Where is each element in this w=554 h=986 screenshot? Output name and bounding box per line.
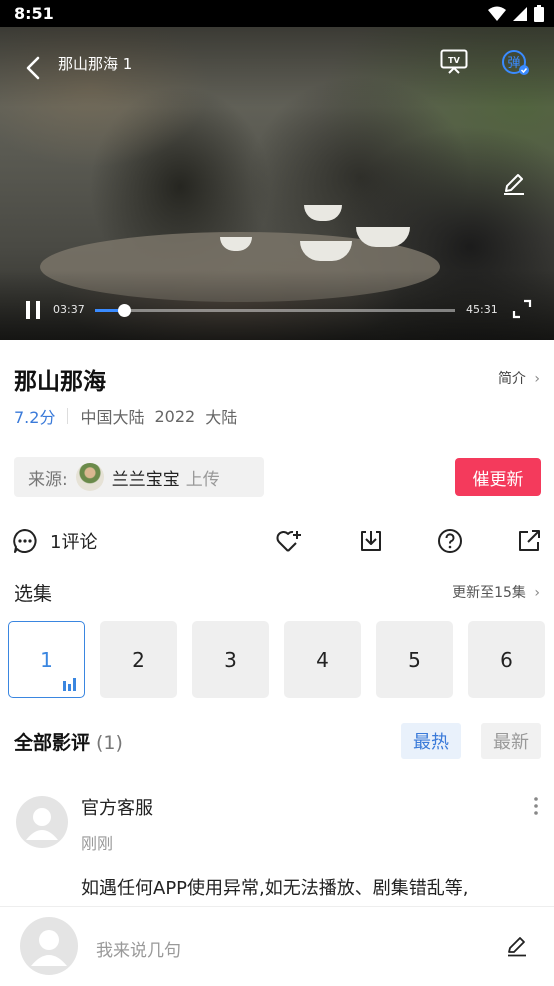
episode-item[interactable]: 1 — [8, 621, 85, 698]
status-time: 8:51 — [14, 4, 54, 23]
episode-number: 1 — [40, 647, 53, 672]
show-title: 那山那海 — [14, 369, 106, 395]
avatar — [20, 917, 78, 975]
signal-icon — [513, 6, 527, 21]
comments-button[interactable]: 1评论 — [12, 528, 97, 554]
review-time: 刚刚 — [81, 834, 114, 853]
episode-item[interactable]: 5 — [376, 621, 453, 698]
uploader-avatar — [75, 463, 104, 491]
meta-divider — [67, 408, 69, 424]
source-box[interactable]: 来源: 兰兰宝宝 上传 — [14, 457, 264, 497]
comment-bar: 我来说几句 — [0, 906, 554, 986]
chevron-right-icon: › — [534, 371, 540, 387]
danmu-toggle-icon[interactable]: 弹 — [501, 49, 531, 77]
video-player[interactable]: 那山那海 1 TV 弹 03:37 45:31 — [0, 27, 554, 340]
episodes-title: 选集 — [14, 583, 53, 605]
more-options-icon[interactable] — [532, 796, 540, 816]
action-row: 1评论 — [0, 522, 554, 560]
episode-number: 6 — [500, 647, 513, 672]
chevron-right-icon: › — [534, 585, 540, 601]
tv-label: TV — [448, 56, 460, 65]
back-icon[interactable] — [24, 56, 44, 80]
intro-label: 简介 — [497, 371, 526, 387]
reviews-title: 全部影评 (1) — [14, 728, 123, 755]
uploader-name: 兰兰宝宝 — [111, 469, 180, 490]
video-title: 那山那海 1 — [58, 55, 133, 73]
video-scene-bowl — [304, 205, 342, 221]
total-time: 45:31 — [466, 303, 498, 316]
danmu-edit-icon[interactable] — [502, 171, 526, 195]
episode-number: 5 — [408, 647, 421, 672]
fullscreen-icon[interactable] — [512, 299, 532, 319]
sort-new-button[interactable]: 最新 — [481, 723, 541, 759]
episode-item[interactable]: 6 — [468, 621, 545, 698]
wifi-icon — [488, 6, 506, 21]
show-meta: 7.2分 中国大陆 2022 大陆 — [14, 404, 237, 428]
help-icon[interactable] — [437, 528, 463, 554]
episode-item[interactable]: 4 — [284, 621, 361, 698]
comments-label: 1评论 — [50, 532, 98, 553]
show-year: 2022 — [154, 406, 196, 426]
reviews-title-label: 全部影评 — [14, 732, 91, 754]
user-placeholder-icon — [26, 808, 58, 840]
progress-bar[interactable] — [95, 304, 455, 317]
user-placeholder-icon — [31, 930, 67, 966]
avatar[interactable] — [16, 796, 68, 848]
episodes-update-link[interactable]: 更新至15集 › — [452, 582, 540, 602]
episode-number: 2 — [132, 647, 145, 672]
urge-update-button[interactable]: 催更新 — [455, 458, 541, 496]
upload-suffix: 上传 — [185, 469, 220, 490]
sort-hot-button[interactable]: 最热 — [401, 723, 461, 759]
episode-list: 1 2 3 4 5 6 — [8, 621, 545, 698]
episode-item[interactable]: 2 — [100, 621, 177, 698]
show-language: 大陆 — [205, 408, 238, 427]
comment-icon — [13, 529, 37, 553]
episode-number: 3 — [224, 647, 237, 672]
progress-knob[interactable] — [117, 304, 131, 317]
edit-icon[interactable] — [506, 935, 528, 957]
heart-plus-icon[interactable] — [276, 528, 302, 554]
playing-bars-icon — [63, 678, 76, 691]
share-icon[interactable] — [516, 528, 542, 554]
episodes-update-label: 更新至15集 — [452, 585, 526, 601]
current-time: 03:37 — [53, 303, 85, 316]
episode-number: 4 — [316, 647, 329, 672]
show-region: 中国大陆 — [80, 408, 145, 427]
source-label: 来源: — [28, 469, 68, 490]
episode-item[interactable]: 3 — [192, 621, 269, 698]
show-score: 7.2分 — [14, 408, 56, 427]
pause-icon[interactable] — [24, 299, 42, 321]
intro-link[interactable]: 简介 › — [498, 368, 540, 388]
battery-icon — [534, 5, 544, 22]
status-icons — [488, 5, 544, 22]
download-icon[interactable] — [358, 528, 384, 554]
danmu-label: 弹 — [507, 56, 520, 71]
status-bar: 8:51 — [0, 0, 554, 27]
reviews-count: (1) — [96, 732, 123, 754]
cast-tv-icon[interactable]: TV — [440, 49, 468, 75]
comment-input[interactable]: 我来说几句 — [96, 936, 181, 961]
review-author[interactable]: 官方客服 — [81, 794, 153, 820]
review-text: 如遇任何APP使用异常,如无法播放、剧集错乱等, — [81, 878, 469, 899]
